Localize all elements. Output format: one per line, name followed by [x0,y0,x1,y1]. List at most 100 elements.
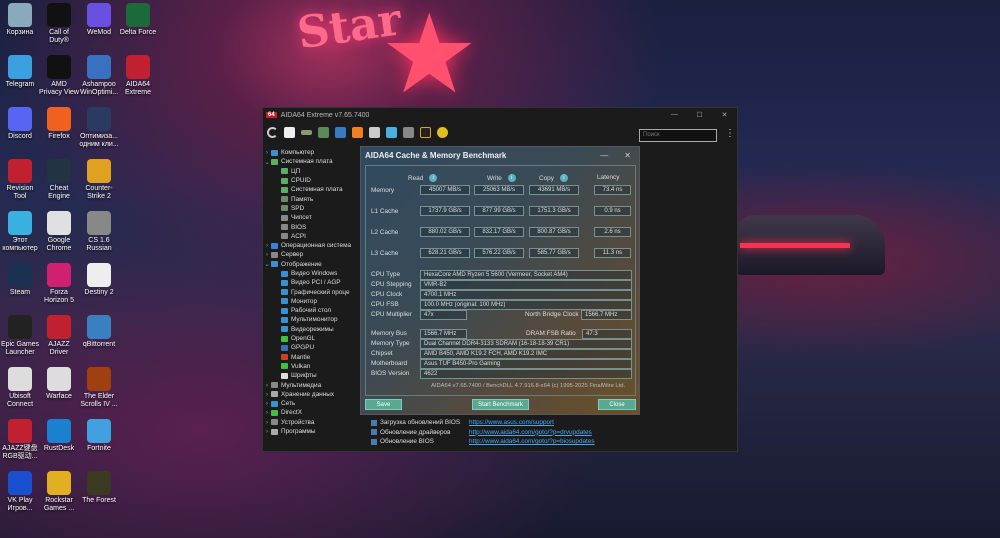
close-button[interactable]: ✕ [712,111,737,119]
cpu-icon[interactable] [403,127,414,138]
desktop-icon[interactable]: Epic Games Launcher [0,315,40,357]
fire-icon[interactable] [352,127,363,138]
desktop-icon[interactable]: CS 1.6 Russian [79,211,119,253]
expand-toggle-icon[interactable]: › [263,400,271,407]
desktop-icon[interactable]: Steam [0,263,40,297]
tree-item[interactable]: › Хранение данных [263,390,359,399]
ram-icon[interactable] [318,127,329,138]
desktop-icon[interactable]: Discord [0,107,40,141]
maximize-button[interactable]: ☐ [687,111,712,119]
desktop-icon[interactable]: WeMod [79,3,119,37]
report-icon[interactable] [284,127,295,138]
user-icon[interactable] [386,127,397,138]
info-icon[interactable]: i [507,174,516,182]
tree-item[interactable]: ⌄ Системная плата [263,157,359,166]
expand-toggle-icon[interactable]: › [263,382,271,389]
desktop-icon[interactable]: Этот компьютер [0,211,40,253]
tree-item[interactable]: SPD [263,204,359,213]
desktop-icon[interactable]: Delta Force [118,3,158,37]
tree-item[interactable]: ЦП [263,167,359,176]
tree-item[interactable]: ACPI [263,232,359,241]
tree-item[interactable]: Видео PCI / AGP [263,278,359,287]
desktop-icon[interactable]: AJAZZ键盘RGB驱动... [0,419,40,461]
desktop-icon[interactable]: Cheat Engine [39,159,79,201]
tree-item[interactable]: Память [263,194,359,203]
tree-item[interactable]: Графический проце [263,287,359,296]
network-icon[interactable] [335,127,346,138]
desktop-icon[interactable]: Counter-Strike 2 [79,159,119,201]
expand-toggle-icon[interactable]: ⌄ [263,260,271,268]
desktop-icon[interactable]: Корзина [0,3,40,37]
desktop-icon[interactable]: Оптимиза... одним кли... [79,107,119,149]
save-button[interactable]: Save [365,399,402,410]
tree-item[interactable]: Чипсет [263,213,359,222]
desktop-icon[interactable]: The Elder Scrolls IV ... [79,367,119,409]
tools-icon[interactable] [369,127,380,138]
expand-toggle-icon[interactable]: › [263,409,271,416]
desktop-icon[interactable]: Revision Tool [0,159,40,201]
desktop-icon[interactable]: Fortnite [79,419,119,453]
tree-item[interactable]: › Мультимедиа [263,380,359,389]
desktop-icon[interactable]: Telegram [0,55,40,89]
tree-item[interactable]: › Программы [263,427,359,436]
tree-item[interactable]: GPGPU [263,343,359,352]
desktop-icon[interactable]: Ubisoft Connect [0,367,40,409]
expand-toggle-icon[interactable]: › [263,149,271,156]
desktop-icon[interactable]: AMD Privacy View [39,55,79,97]
tree-item[interactable]: › Сеть [263,399,359,408]
desktop-icon[interactable]: The Forest [79,471,119,505]
desktop-icon[interactable]: qBittorrent [79,315,119,349]
minimize-button[interactable]: — [662,111,687,119]
aida-update-icon[interactable] [437,127,448,138]
expand-toggle-icon[interactable]: ⌄ [263,158,271,166]
info-icon[interactable]: i [559,174,568,182]
tree-item[interactable]: Vulkan [263,362,359,371]
desktop-icon[interactable]: AJAZZ Driver [39,315,79,357]
tree-item[interactable]: Мультимонитор [263,315,359,324]
tree-item[interactable]: › Устройства [263,418,359,427]
tree-item[interactable]: ⌄ Отображение [263,260,359,269]
tree-item[interactable]: › Сервер [263,250,359,259]
expand-toggle-icon[interactable]: › [263,391,271,398]
start-benchmark-button[interactable]: Start Benchmark [472,399,529,410]
desktop-icon[interactable]: Rockstar Games ... [39,471,79,513]
tree-item[interactable]: Mantle [263,353,359,362]
tree-item[interactable]: Видео Windows [263,269,359,278]
desktop-icon[interactable]: Warface [39,367,79,401]
expand-toggle-icon[interactable]: › [263,251,271,258]
desktop-icon[interactable]: Firefox [39,107,79,141]
tree-item[interactable]: CPUID [263,176,359,185]
desktop-icon[interactable]: Destiny 2 [79,263,119,297]
desktop-icon[interactable]: Forza Horizon 5 [39,263,79,305]
expand-toggle-icon[interactable]: › [263,242,271,249]
tree-item[interactable]: › Операционная система [263,241,359,250]
tree-item[interactable]: OpenGL [263,334,359,343]
memory-icon[interactable] [301,130,312,135]
tree-item[interactable]: › Компьютер [263,148,359,157]
desktop-icon[interactable]: AIDA64 Extreme [118,55,158,97]
more-menu-icon[interactable]: ⋮ [725,128,735,139]
link-url[interactable]: http://www.aida64.com/goto/?p=biosupdate… [469,438,595,445]
tree-item[interactable]: Монитор [263,297,359,306]
desktop-icon[interactable]: Google Chrome [39,211,79,253]
tree-item[interactable]: Рабочий стол [263,306,359,315]
search-input[interactable]: Поиск [639,129,717,142]
close-dialog-button[interactable]: Close [598,399,636,410]
tree-item[interactable]: Видеорежимы [263,325,359,334]
tree-item[interactable]: BIOS [263,222,359,231]
link-url[interactable]: http://www.aida64.com/goto/?p=drvupdates [469,429,592,436]
info-icon[interactable]: i [429,174,438,182]
desktop-icon[interactable]: Ashampoo WinOptimi... [79,55,119,97]
osd-icon[interactable] [420,127,431,138]
link-url[interactable]: https://www.asus.com/support [469,419,554,426]
desktop-icon[interactable]: Call of Duty® [39,3,79,45]
tree-item[interactable]: Шрифты [263,371,359,380]
expand-toggle-icon[interactable]: › [263,419,271,426]
dialog-minimize-button[interactable]: — [600,151,608,160]
tree-item[interactable]: › DirectX [263,408,359,417]
dialog-close-button[interactable]: ✕ [624,151,631,160]
desktop-icon[interactable]: RustDesk [39,419,79,453]
expand-toggle-icon[interactable]: › [263,428,271,435]
refresh-icon[interactable] [267,127,278,138]
desktop-icon[interactable]: VK Play Игров... [0,471,40,513]
